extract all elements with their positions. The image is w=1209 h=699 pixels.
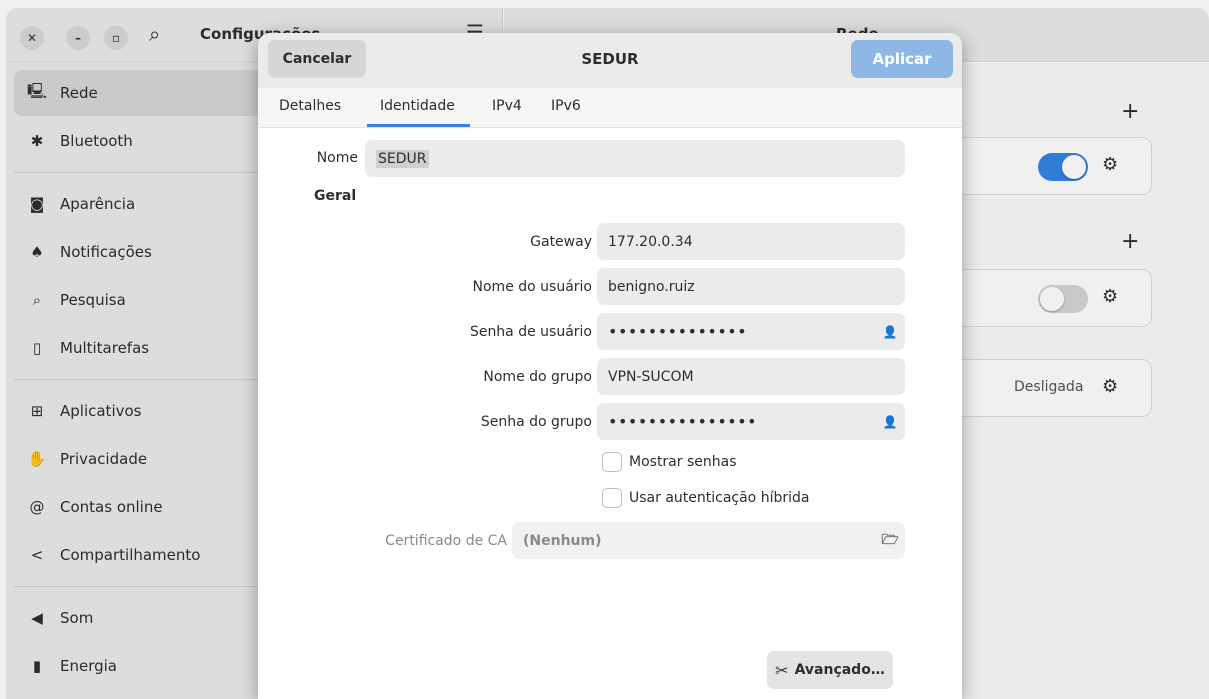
show-passwords-label: Mostrar senhas	[629, 454, 737, 470]
password-options-icon[interactable]: 👤	[875, 415, 905, 429]
dialog-header: Cancelar SEDUR Aplicar	[258, 33, 962, 88]
advanced-button[interactable]: ✂ Avançado…	[767, 651, 893, 689]
user-password-field[interactable]: •••••••••••••• 👤	[597, 313, 905, 350]
ca-cert-value: (Nenhum)	[523, 532, 602, 549]
user-password-value: ••••••••••••••	[608, 322, 748, 341]
group-password-label: Senha do grupo	[480, 414, 592, 430]
group-name-value: VPN-SUCOM	[608, 368, 694, 385]
user-password-label: Senha de usuário	[469, 324, 592, 340]
name-field[interactable]: SEDUR	[365, 140, 905, 177]
username-value: benigno.ruiz	[608, 278, 695, 295]
advanced-label: Avançado…	[794, 662, 885, 678]
ca-cert-label: Certificado de CA	[385, 533, 507, 549]
name-value: SEDUR	[376, 149, 429, 168]
tab-ipv6[interactable]: IPv6	[551, 98, 581, 114]
password-options-icon[interactable]: 👤	[875, 325, 905, 339]
group-name-label: Nome do grupo	[483, 369, 592, 385]
tools-icon: ✂	[775, 660, 789, 680]
tab-identidade[interactable]: Identidade	[380, 98, 455, 114]
vpn-settings-dialog: Cancelar SEDUR Aplicar Detalhes Identida…	[258, 33, 962, 699]
hybrid-auth-checkbox[interactable]	[602, 488, 622, 508]
gateway-field[interactable]: 177.20.0.34	[597, 223, 905, 260]
hybrid-auth-row[interactable]: Usar autenticação híbrida	[602, 488, 809, 508]
show-passwords-row[interactable]: Mostrar senhas	[602, 452, 737, 472]
username-label: Nome do usuário	[472, 279, 592, 295]
ca-cert-field: (Nenhum) 🗁	[512, 522, 905, 559]
apply-button[interactable]: Aplicar	[851, 40, 953, 78]
dialog-tabs: Detalhes Identidade IPv4 IPv6	[258, 88, 962, 128]
show-passwords-checkbox[interactable]	[602, 452, 622, 472]
folder-icon: 🗁	[881, 531, 899, 548]
group-password-value: •••••••••••••••	[608, 412, 758, 431]
tab-detalhes[interactable]: Detalhes	[279, 98, 341, 114]
name-label: Nome	[316, 150, 358, 166]
section-title-geral: Geral	[314, 188, 357, 204]
group-name-field[interactable]: VPN-SUCOM	[597, 358, 905, 395]
active-tab-indicator	[367, 124, 470, 127]
hybrid-auth-label: Usar autenticação híbrida	[629, 490, 810, 506]
tab-ipv4[interactable]: IPv4	[492, 98, 522, 114]
gateway-label: Gateway	[530, 234, 592, 250]
group-password-field[interactable]: ••••••••••••••• 👤	[597, 403, 905, 440]
gateway-value: 177.20.0.34	[608, 233, 693, 250]
username-field[interactable]: benigno.ruiz	[597, 268, 905, 305]
